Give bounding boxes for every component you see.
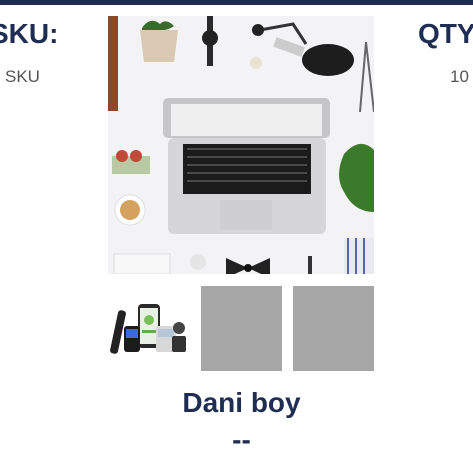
thumbnail-3-placeholder[interactable] bbox=[293, 286, 374, 371]
qty-label: QTY bbox=[418, 18, 473, 49]
thumbnail-2-placeholder[interactable] bbox=[201, 286, 282, 371]
desk-flatlay-illustration bbox=[108, 16, 374, 274]
sku-label: SKU: bbox=[0, 18, 59, 49]
device-bundle-thumbnail bbox=[110, 286, 191, 371]
product-name: Dani boy bbox=[182, 387, 301, 418]
thumbnail-1[interactable] bbox=[110, 286, 191, 371]
qty-value: 10 bbox=[450, 67, 469, 86]
sku-value: SKU bbox=[5, 67, 40, 86]
main-product-image[interactable] bbox=[108, 16, 374, 274]
top-border bbox=[0, 0, 473, 5]
product-price: -- bbox=[232, 424, 251, 455]
